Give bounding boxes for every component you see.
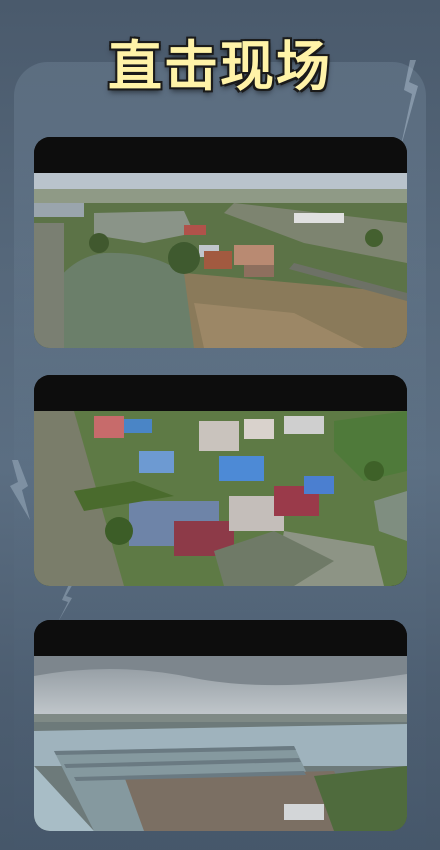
lightning-bolt-decoration (10, 460, 30, 520)
aerial-photo-village-rooftops[interactable] (34, 411, 407, 586)
aerial-photo-pond-village[interactable] (34, 173, 407, 348)
video-card-header-bar (34, 620, 407, 656)
video-card-2[interactable] (34, 375, 407, 586)
video-card-3[interactable] (34, 620, 407, 831)
aerial-photo-greenhouses[interactable] (34, 656, 407, 831)
video-card-header-bar (34, 137, 407, 173)
lightning-bolt-decoration (58, 582, 74, 622)
page-title: 直击现场 (108, 35, 332, 98)
video-card-1[interactable] (34, 137, 407, 348)
video-card-header-bar (34, 375, 407, 411)
